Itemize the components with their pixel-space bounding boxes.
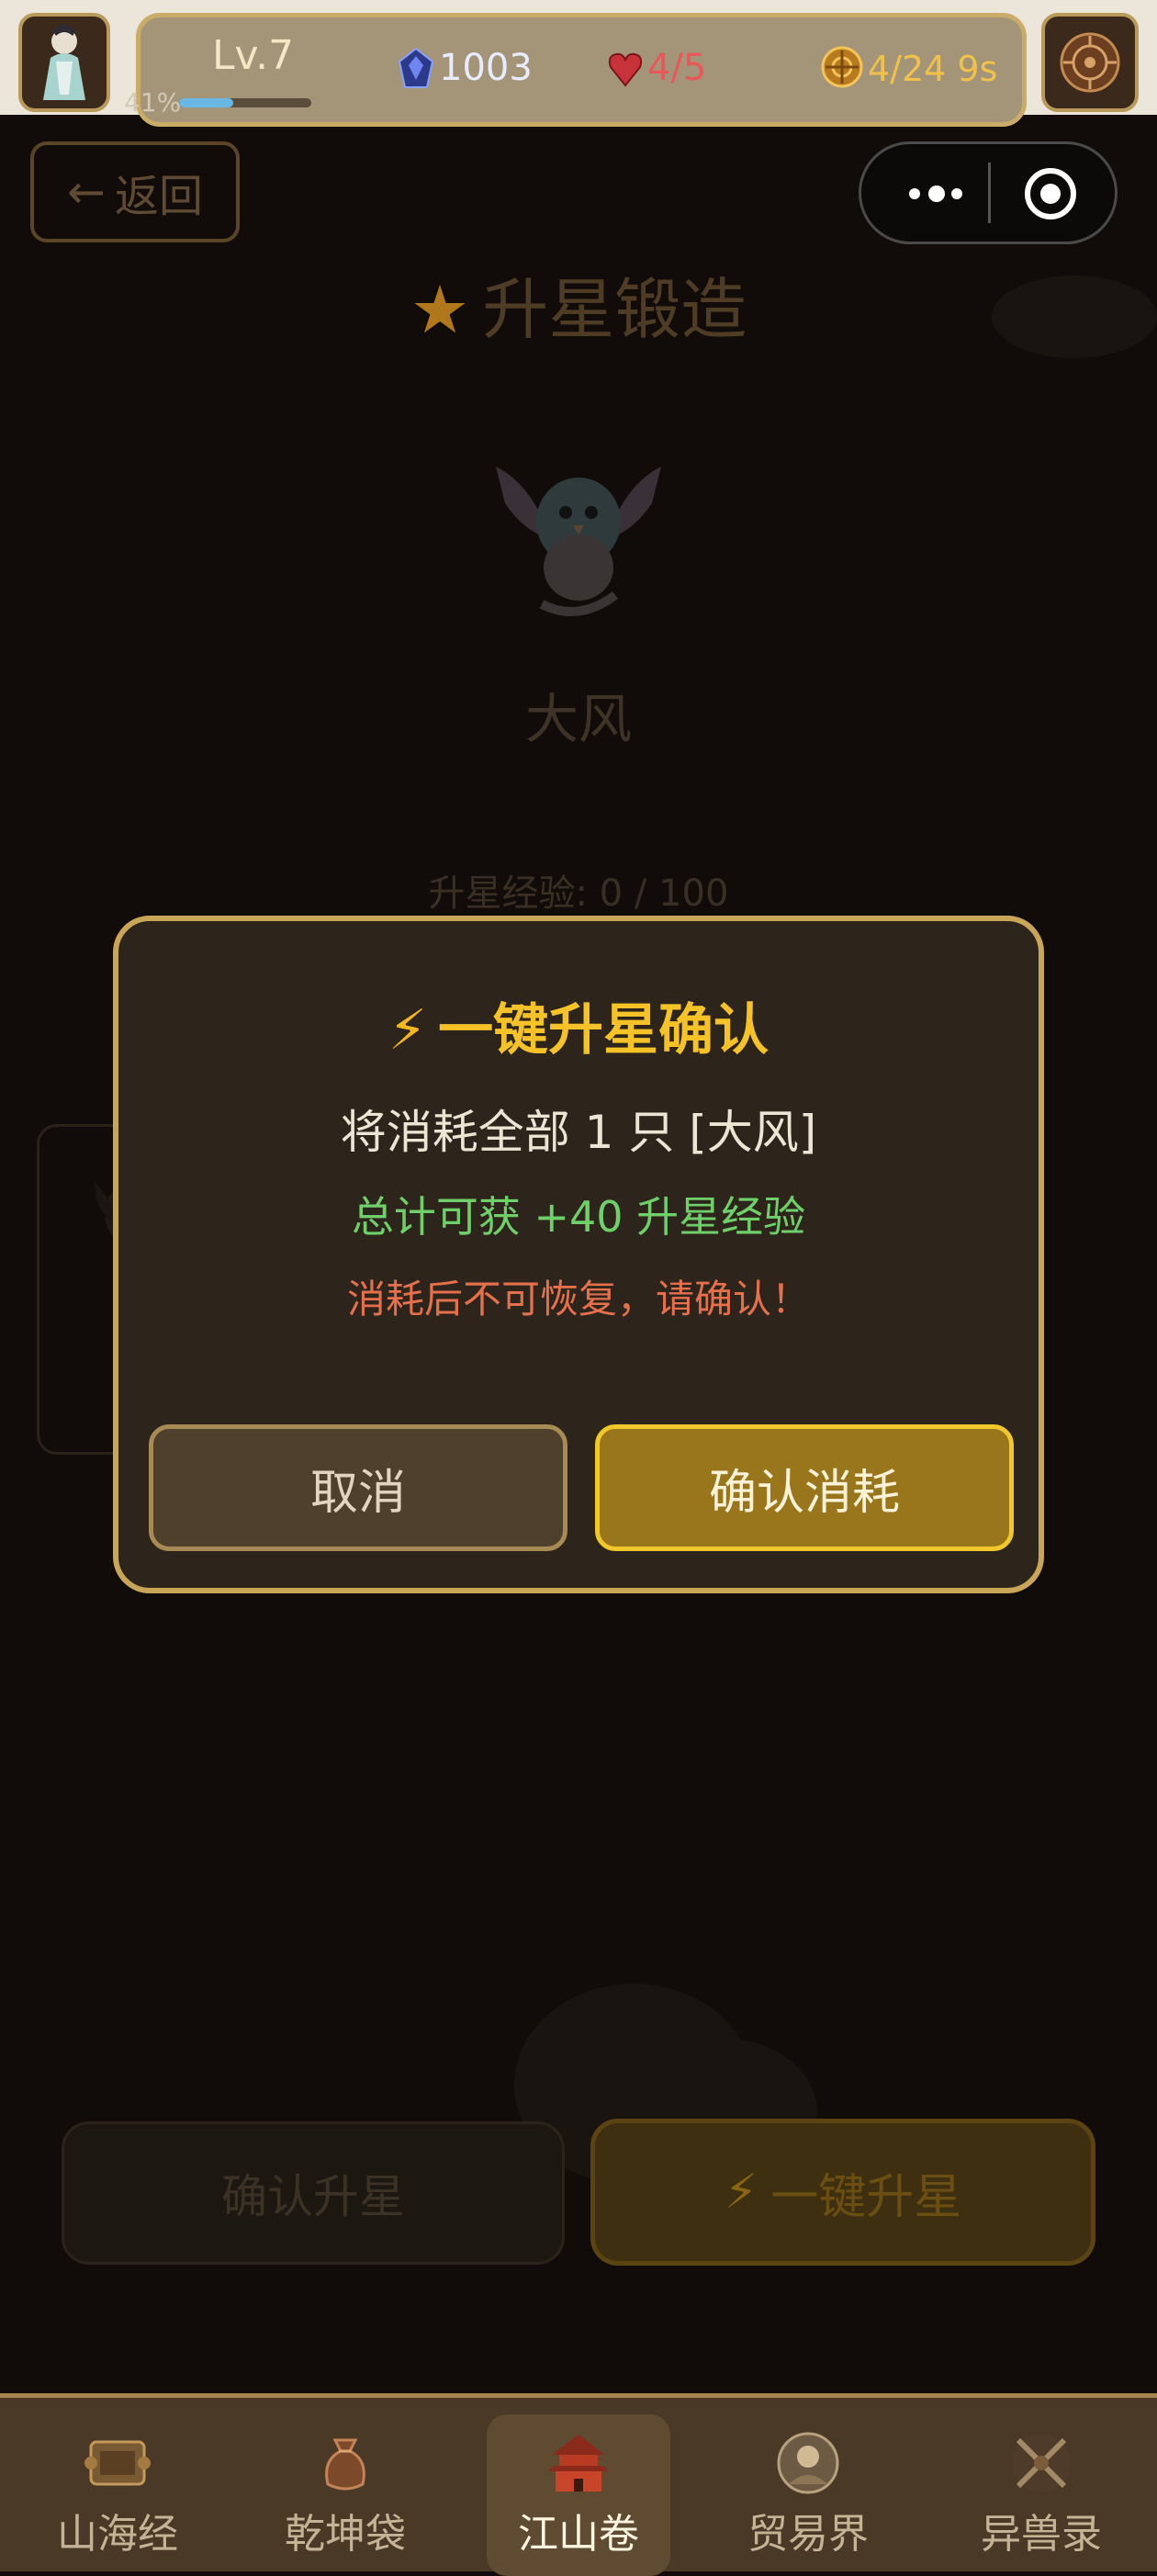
merchant-icon [777,2432,839,2494]
cloud-decoration [992,276,1157,358]
nav-item-jiangshanjuan[interactable]: 江山卷 [487,2414,670,2576]
gem-icon [398,47,434,88]
bag-icon [325,2438,365,2491]
beast-name: 大风 [524,688,632,750]
more-menu-button[interactable] [896,172,979,216]
avatar-icon [43,25,85,100]
heart-icon [608,52,643,87]
beast-portrait [477,430,680,632]
settings-button[interactable] [1041,13,1139,112]
nav-item-qiankundai[interactable]: 乾坤袋 [244,2398,446,2576]
nav-item-yishoulu[interactable]: 异兽录 [940,2398,1142,2576]
star-icon: ★ [410,271,470,348]
exp-progress-fill [179,98,234,107]
exp-percent: 41% [124,87,182,118]
nav-item-maoyijie[interactable]: 贸易界 [707,2398,909,2576]
stamina-count: 4/5 [647,47,707,89]
confirm-dialog: ⚡ 一键升星确认 将消耗全部 1 只 [大风] 总计可获 +40 升星经验 消耗后… [113,916,1044,1593]
close-miniprogram-button[interactable] [1023,166,1078,221]
page-title: ★ 升星锻造 [410,271,747,348]
miniprogram-capsule [859,141,1118,244]
level-label: Lv.7 [212,32,295,79]
one-click-star-up-button[interactable]: ⚡ 一键升星 [590,2119,1095,2266]
status-bar: Lv.7 41% 1003 4/5 4/24 9s [124,13,1027,127]
consume-text: 将消耗全部 1 只 [大风] [340,1106,817,1159]
cancel-button[interactable]: 取消 [149,1424,567,1551]
compass-icon [1060,32,1120,93]
lightning-icon: ⚡ [388,998,428,1063]
capsule-divider [988,163,991,223]
coin-icon [821,46,863,88]
bottom-nav: 山海经 乾坤袋 江山卷 贸易界 异兽录 [0,2393,1157,2576]
nav-item-shanhaijing[interactable]: 山海经 [17,2398,219,2576]
bird-beast-icon [496,467,661,616]
exp-gain-text: 总计可获 +40 升星经验 [351,1192,806,1242]
star-exp-text: 升星经验: 0 / 100 [428,872,729,915]
palace-icon [548,2435,609,2492]
warning-text: 消耗后不可恢复，请确认！ [346,1277,810,1322]
dialog-title: ⚡ 一键升星确认 [388,998,769,1063]
confirm-consume-button[interactable]: 确认消耗 [595,1424,1014,1551]
target-icon [1025,168,1076,219]
lightning-icon: ⚡ [724,2165,758,2220]
player-avatar[interactable] [18,13,110,112]
arrow-left-icon: ← [67,165,106,219]
back-button[interactable]: ← 返回 [30,141,240,242]
more-dots-icon [909,186,962,202]
coin-timer: 4/24 9s [868,49,998,89]
exp-progress-track [179,98,311,107]
scroll-icon [84,2440,151,2486]
confirm-star-up-button[interactable]: 确认升星 [62,2121,565,2265]
crossed-swords-icon [1012,2434,1071,2492]
gems-count: 1003 [439,47,533,89]
back-label: 返回 [114,171,203,222]
